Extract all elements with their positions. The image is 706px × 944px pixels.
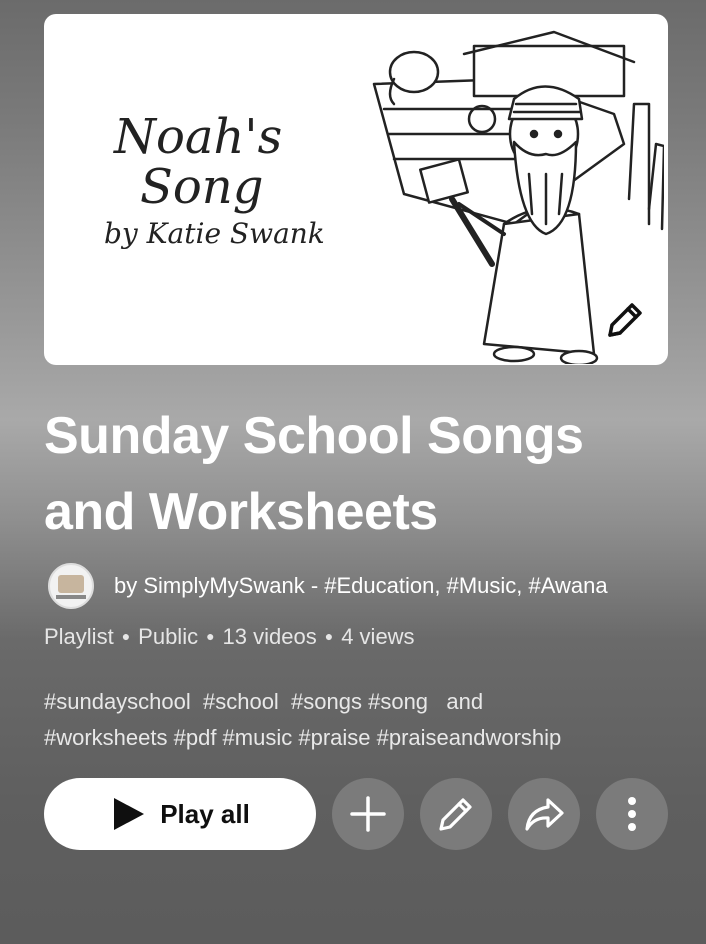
play-all-label: Play all [160, 798, 250, 829]
pencil-icon [439, 798, 472, 831]
more-options-button[interactable] [596, 778, 668, 850]
add-to-playlist-button[interactable] [332, 778, 404, 850]
playlist-owner-link[interactable]: by SimplyMySwank - #Education, #Music, #… [114, 573, 608, 599]
meta-separator-dot: ● [206, 628, 215, 644]
meta-video-count: 13 videos [222, 624, 317, 649]
thumbnail-title-line1: Noah's [114, 109, 283, 165]
playlist-meta: Playlist ● Public ● 13 videos ● 4 views [44, 624, 415, 650]
plus-icon [350, 796, 386, 832]
meta-visibility: Public [138, 624, 199, 649]
thumbnail-title: Noah's Song by Katie Swank [104, 109, 364, 250]
meta-separator-dot: ● [324, 628, 334, 644]
playlist-title: Sunday School Songs and Worksheets [44, 407, 584, 541]
play-all-button[interactable]: Play all [44, 778, 316, 850]
more-vert-icon [628, 797, 636, 831]
playlist-actions: Play all [44, 778, 668, 850]
edit-button[interactable] [420, 778, 492, 850]
playlist-owner-row[interactable]: by SimplyMySwank - #Education, #Music, #… [48, 562, 608, 610]
play-icon [114, 798, 145, 830]
playlist-description[interactable]: #sundayschool #school #songs #song and #… [44, 684, 664, 756]
meta-type: Playlist [44, 624, 114, 649]
meta-view-count: 4 views [341, 624, 415, 649]
avatar-book-icon [58, 575, 84, 593]
description-line2: #worksheets #pdf #music #praise #praisea… [44, 725, 562, 750]
pencil-icon[interactable] [600, 297, 648, 345]
description-line1: #sundayschool #school #songs #song and [44, 689, 484, 714]
thumbnail-title-line3: by Katie Swank [104, 216, 325, 250]
avatar[interactable] [48, 563, 94, 609]
share-icon [525, 798, 564, 831]
meta-separator-dot: ● [121, 628, 131, 644]
share-button[interactable] [508, 778, 580, 850]
playlist-thumbnail[interactable]: Noah's Song by Katie Swank [44, 14, 668, 365]
avatar-band [56, 595, 86, 599]
thumbnail-title-line2: Song [140, 159, 264, 216]
